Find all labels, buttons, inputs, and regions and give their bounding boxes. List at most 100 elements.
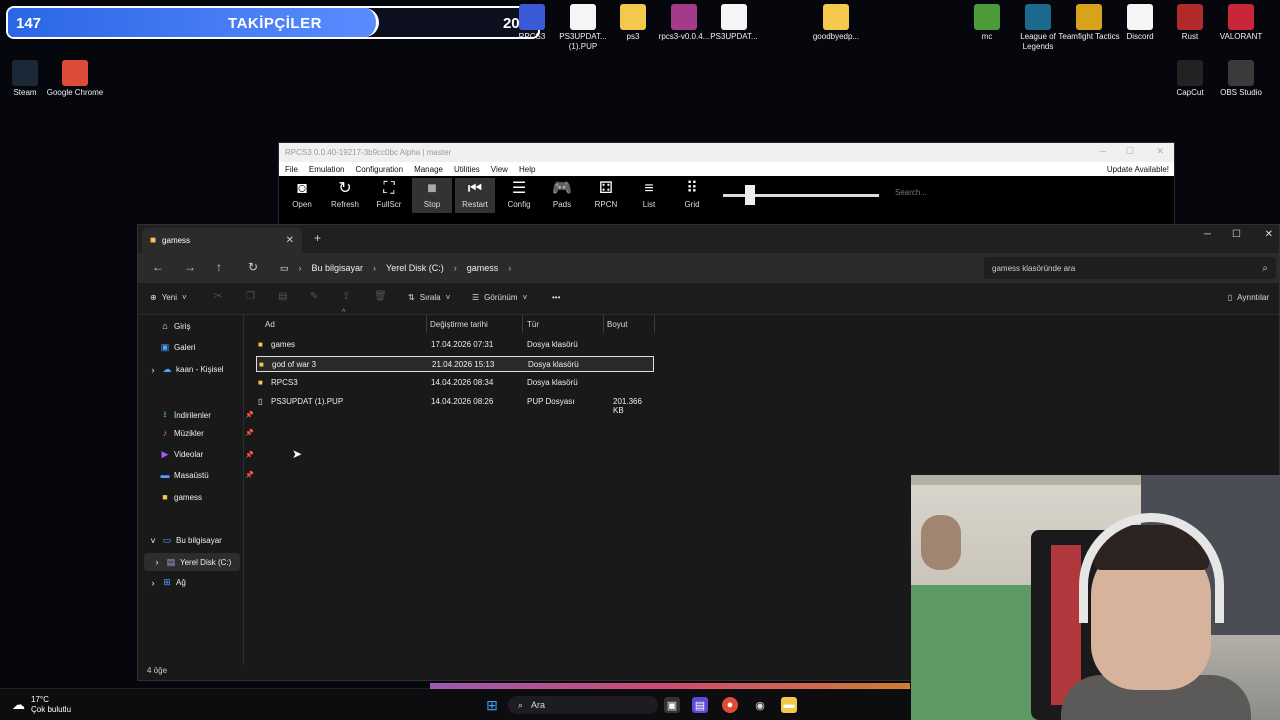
item-count-status: 4 öğe bbox=[147, 666, 168, 675]
obs-icon[interactable]: ◉ bbox=[752, 697, 768, 713]
task-view-icon[interactable]: ▣ bbox=[664, 697, 680, 713]
list-view-button[interactable]: ≡ List bbox=[629, 178, 669, 213]
nav-desktop[interactable]: ▬ Masaüstü 📌 bbox=[160, 470, 256, 480]
breadcrumb-gamess[interactable]: gamess bbox=[467, 263, 499, 273]
breadcrumb-this-pc[interactable]: Bu bilgisayar bbox=[312, 263, 364, 273]
rpcs3-titlebar: RPCS3 0.0.40-19217-3b9cc0bc Alpha | mast… bbox=[279, 143, 1174, 162]
file-type: Dosya klasörü bbox=[527, 378, 578, 387]
maximize-icon[interactable]: ☐ bbox=[1126, 146, 1134, 157]
forward-icon[interactable]: → bbox=[184, 260, 196, 274]
new-button[interactable]: ⊕ Yeni ˅ bbox=[150, 293, 187, 302]
desktop-shortcut-label: Rust bbox=[1181, 32, 1199, 41]
menu-utilities[interactable]: Utilities bbox=[454, 165, 480, 174]
windows-start-icon[interactable]: ⊞ bbox=[484, 697, 500, 713]
stop-button[interactable]: ■ Stop bbox=[412, 178, 452, 213]
column-name[interactable]: Ad bbox=[265, 320, 275, 329]
view-button[interactable]: ☰ Görünüm ˅ bbox=[472, 293, 527, 302]
minimize-icon[interactable]: ─ bbox=[1204, 229, 1211, 240]
nav-videos[interactable]: ▶ Videolar 📌 bbox=[160, 449, 256, 460]
weather-widget[interactable]: ☁ 17°C Çok bulutlu bbox=[12, 695, 71, 715]
rename-icon[interactable]: ✎ bbox=[310, 291, 318, 302]
column-divider[interactable] bbox=[654, 315, 655, 333]
nav-local-disk[interactable]: › ▤ Yerel Disk (C:) bbox=[144, 553, 240, 571]
rpcs3-search-input[interactable]: Search... bbox=[895, 188, 927, 197]
chevron-right-icon: › bbox=[151, 577, 155, 588]
slider-handle[interactable] bbox=[745, 185, 755, 205]
breadcrumb[interactable]: ▭ › Bu bilgisayar › Yerel Disk (C:) › ga… bbox=[274, 257, 978, 279]
column-divider[interactable] bbox=[603, 315, 604, 333]
up-icon[interactable]: ↑ bbox=[216, 260, 222, 274]
maximize-icon[interactable]: ☐ bbox=[1232, 229, 1241, 240]
file-size: 201.366 KB bbox=[613, 397, 642, 415]
menu-help[interactable]: Help bbox=[519, 165, 535, 174]
nav-music[interactable]: ♪ Müzikler 📌 bbox=[160, 428, 256, 438]
back-icon[interactable]: ← bbox=[152, 260, 164, 274]
copy-icon[interactable]: ❐ bbox=[246, 291, 255, 302]
nav-this-pc[interactable]: ˅ ▭ Bu bilgisayar bbox=[148, 535, 244, 546]
menu-view[interactable]: View bbox=[491, 165, 508, 174]
nav-network[interactable]: › ⊞ Ağ bbox=[148, 577, 244, 588]
open-button[interactable]: ◙ Open bbox=[282, 178, 322, 213]
column-divider[interactable] bbox=[426, 315, 427, 333]
tab-gamess[interactable]: ■ gamess ✕ bbox=[142, 228, 302, 253]
file-row[interactable]: ▯ PS3UPDAT (1).PUP 14.04.2026 08:26 PUP … bbox=[256, 394, 654, 415]
refresh-button[interactable]: ↻ Refresh bbox=[325, 178, 365, 213]
refresh-icon[interactable]: ↻ bbox=[248, 260, 258, 274]
file-row[interactable]: ■ RPCS3 14.04.2026 08:34 Dosya klasörü bbox=[256, 375, 654, 391]
desktop-shortcut[interactable]: Google Chrome bbox=[43, 60, 107, 98]
cloud-icon: ☁ bbox=[12, 697, 25, 712]
column-modified[interactable]: Değiştirme tarihi bbox=[430, 320, 488, 329]
chevron-right-icon: › bbox=[373, 263, 377, 273]
paste-icon[interactable]: ▤ bbox=[278, 291, 287, 302]
file-explorer-icon[interactable]: ▬ bbox=[781, 697, 797, 713]
menu-emulation[interactable]: Emulation bbox=[309, 165, 345, 174]
menu-manage[interactable]: Manage bbox=[414, 165, 443, 174]
restart-button[interactable]: ⏮ Restart bbox=[455, 178, 495, 213]
green-drawers bbox=[911, 585, 1041, 720]
desktop-shortcut[interactable]: VALORANT bbox=[1209, 4, 1273, 42]
file-row[interactable]: ■ games 17.04.2026 07:31 Dosya klasörü bbox=[256, 337, 654, 353]
taskbar-search[interactable]: ⌕ Ara bbox=[508, 696, 658, 714]
nav-gallery[interactable]: ▣ Galeri bbox=[160, 342, 256, 353]
close-tab-icon[interactable]: ✕ bbox=[286, 235, 294, 246]
delete-icon[interactable]: 🗑 bbox=[374, 291, 387, 302]
minimize-icon[interactable]: ─ bbox=[1100, 146, 1106, 156]
close-icon[interactable]: ✕ bbox=[1156, 146, 1164, 157]
pads-button[interactable]: 🎮 Pads bbox=[542, 178, 582, 213]
twitch-studio-icon[interactable]: ▤ bbox=[692, 697, 708, 713]
nav-home[interactable]: ⌂ Giriş bbox=[160, 321, 256, 331]
breadcrumb-local-disk[interactable]: Yerel Disk (C:) bbox=[386, 263, 444, 273]
update-available-link[interactable]: Update Available! bbox=[1107, 165, 1169, 174]
sort-button[interactable]: ⇅ Sırala ˅ bbox=[408, 293, 450, 302]
desktop-shortcut[interactable]: OBS Studio bbox=[1209, 60, 1273, 98]
nav-gamess-label: gamess bbox=[174, 492, 203, 502]
nav-gamess[interactable]: ■ gamess bbox=[160, 492, 256, 502]
column-type[interactable]: Tür bbox=[527, 320, 539, 329]
close-icon[interactable]: ✕ bbox=[1265, 229, 1273, 240]
desktop-shortcut[interactable]: goodbyedp... bbox=[804, 4, 868, 42]
weather-condition: Çok bulutlu bbox=[31, 705, 72, 714]
chrome-icon[interactable]: ● bbox=[722, 697, 738, 713]
download-icon: ⭳ bbox=[163, 409, 167, 419]
menu-configuration[interactable]: Configuration bbox=[355, 165, 403, 174]
share-icon[interactable]: ⇪ bbox=[342, 291, 350, 302]
details-pane-button[interactable]: ▯ Ayrıntılar bbox=[1228, 293, 1269, 302]
more-options-button[interactable]: ••• bbox=[552, 293, 560, 302]
menu-file[interactable]: File bbox=[285, 165, 298, 174]
column-divider[interactable] bbox=[522, 315, 523, 333]
cut-icon[interactable]: ✂ bbox=[214, 291, 222, 302]
file-row-selected[interactable]: ■ god of war 3 21.04.2026 15:13 Dosya kl… bbox=[256, 356, 654, 372]
search-input[interactable]: gamess klasöründe ara ⌕ bbox=[984, 257, 1276, 279]
fullscreen-button[interactable]: ⛶ FullScr bbox=[369, 178, 409, 213]
file-icon: ▯ bbox=[258, 397, 263, 406]
nav-downloads[interactable]: ⭳ İndirilenler 📌 bbox=[160, 407, 256, 423]
column-size[interactable]: Boyut bbox=[607, 320, 627, 329]
pads-label: Pads bbox=[552, 200, 572, 209]
rpcn-button[interactable]: ⚃ RPCN bbox=[586, 178, 626, 213]
new-tab-icon[interactable]: + bbox=[314, 231, 321, 245]
grid-view-button[interactable]: ⠿ Grid bbox=[672, 178, 712, 213]
config-button[interactable]: ☰ Config bbox=[499, 178, 539, 213]
desktop-shortcut[interactable]: PS3UPDAT... bbox=[702, 4, 766, 42]
nav-onedrive[interactable]: › ☁ kaan - Kişisel bbox=[148, 364, 244, 375]
icon-size-slider[interactable] bbox=[723, 185, 879, 205]
